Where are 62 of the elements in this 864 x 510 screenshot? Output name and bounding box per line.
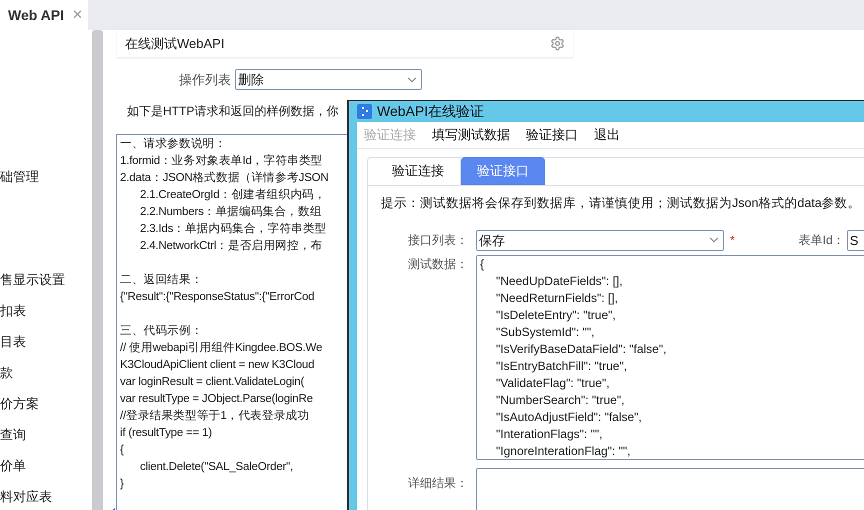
sample-line: {"Result":{"ResponseStatus":{"ErrorCod [120,290,314,305]
json-line: "ValidateFlag": "true", [495,374,611,392]
sample-line: // 使用webapi引用组件Kingdee.BOS.We [120,340,322,356]
test-data-textarea[interactable] [476,254,864,460]
sample-line: 三、代码示例： [120,324,203,339]
sample-line: 一、请求参数说明： [120,136,226,152]
sample-line: 2.2.Numbers：单据编码集合，数组 [140,204,322,220]
sidebar-item[interactable]: 售显示设置 [0,270,92,290]
sidebar-item[interactable]: 目表 [0,332,92,352]
sidebar-item[interactable]: 料对应表 [0,487,92,507]
sample-line: { [120,443,124,458]
sample-line: if (resultType == 1) [120,426,212,441]
field-label: 测试数据： [408,256,469,272]
sample-line: 2.data：JSON格式数据（详情参考JSON [120,170,329,186]
json-line: "IsAutoAdjustField": "false", [495,408,643,426]
scrollbar[interactable] [92,30,103,510]
hint-text: 提示：测试数据将会保存到数据库，请谨慎使用；测试数据为Json格式的data参数。 [381,195,862,212]
sample-line: 2.3.Ids：单据内码集合，字符串类型 [140,221,327,237]
sample-line: client.Delete("SAL_SaleOrder", [140,460,294,475]
settings-icon[interactable] [550,36,565,51]
json-line: "NumberSearch": "true", [495,392,626,409]
sample-line: var loginResult = client.ValidateLogin( [120,375,304,390]
sidebar-item[interactable]: 价单 [0,456,92,476]
sidebar-item[interactable]: 价方案 [0,394,92,414]
sidebar-item[interactable]: 查询 [0,425,92,445]
field-label: 表单Id： [798,232,845,250]
intro-text: 如下是HTTP请求和返回的样例数据，你 [127,103,338,120]
json-line: "NeedReturnFields": [], [495,290,619,307]
json-line: "NeedUpDateFields": [], [495,272,624,290]
json-line: "IgnoreInterationFlag": "", [495,442,632,459]
tab-title: Web API [8,6,64,24]
dialog-title: WebAPI在线验证 [377,102,484,121]
field-label: 接口列表： [408,232,469,250]
field-label: 详细结果： [408,474,469,491]
app-icon [357,104,372,119]
json-line: "IsDeleteEntry": "true", [495,306,617,324]
sample-line: //登录结果类型等于1，代表登录成功 [120,408,310,424]
json-line: { [480,256,486,273]
sample-line: } [120,477,124,492]
sample-line: 二、返回结果： [120,272,203,288]
json-line: "SubSystemId": "", [495,324,596,341]
json-line: "IsEntryBatchFill": "true", [495,358,628,375]
menu-item[interactable]: 验证接口 [526,125,578,145]
operation-label: 操作列表 [179,70,231,89]
json-line: "IsVerifyBaseDataField": "false", [495,340,668,358]
sample-line: 2.4.NetworkCtrl：是否启用网控，布 [140,238,322,254]
sample-line: 2.1.CreateOrgId：创建者组织内码， [140,188,326,203]
sample-line: K3CloudApiClient client = new K3Cloud [120,358,314,373]
document-tab[interactable]: Web API ✕ [0,0,88,30]
sample-line: var resultType = JObject.Parse(loginRe [120,392,313,407]
sidebar-item[interactable]: 扣表 [0,301,92,321]
sample-line: 1.formid：业务对象表单Id，字符串类型 [120,153,323,169]
required-mark: * [730,232,735,250]
sidebar-item[interactable]: 款 [0,363,92,383]
menu-item[interactable]: 退出 [594,125,620,145]
page-title: 在线测试WebAPI [125,34,226,53]
menu-item[interactable]: 填写测试数据 [432,125,510,145]
json-line: "InterationFlags": "", [495,426,604,443]
sidebar-item[interactable]: 础管理 [0,167,92,187]
form-id-field[interactable]: S [846,230,864,251]
operation-select[interactable]: 删除 [235,69,422,90]
api-select[interactable]: 保存 [476,230,724,251]
